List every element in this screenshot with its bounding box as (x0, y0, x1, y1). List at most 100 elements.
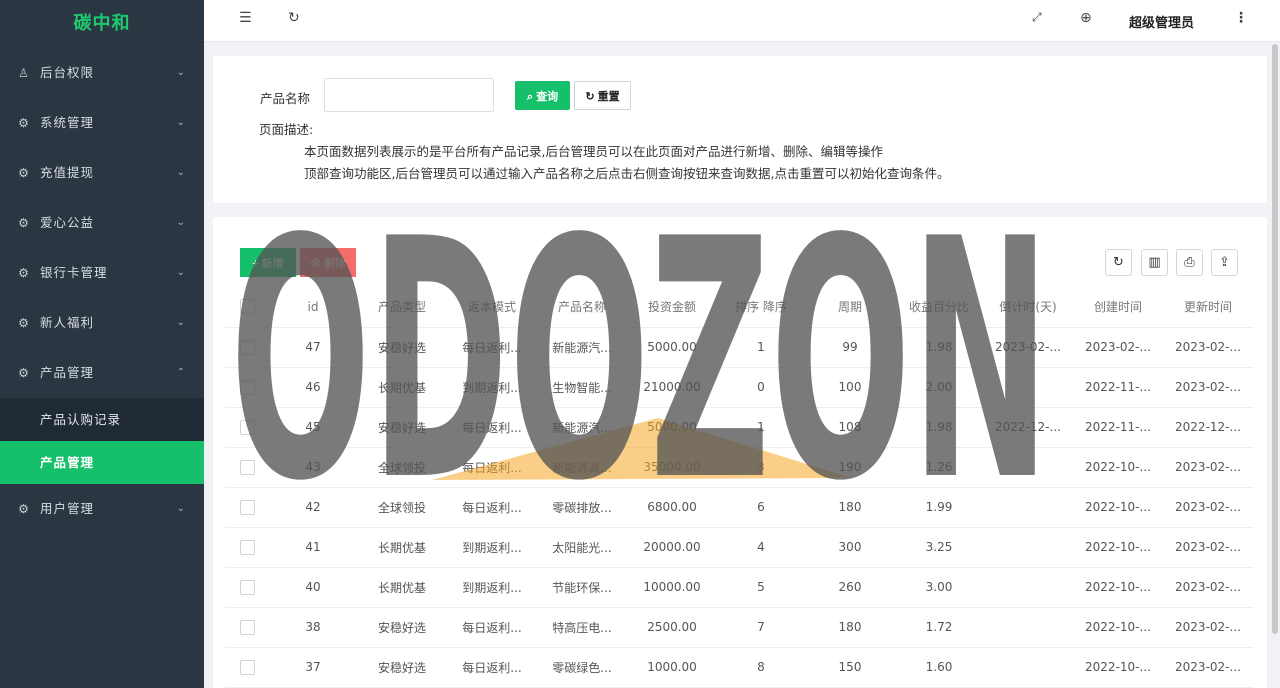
column-header: 更新时间 (1163, 287, 1253, 328)
sidebar-subitem-0[interactable]: 产品认购记录 (0, 398, 204, 441)
table-cell: 1.72 (895, 607, 983, 648)
row-checkbox[interactable] (239, 419, 255, 435)
table-cell: 1 (717, 327, 805, 368)
chevron-up-icon: ⌃ (176, 367, 186, 378)
table-cell: 150 (805, 647, 895, 688)
search-button[interactable]: ⌕ 查询 (515, 81, 570, 110)
table-row[interactable]: 40 长期优基 到期返利... 节能环保... 10000.00 5 260 3.00 2022… (225, 567, 1253, 608)
row-select-cell (225, 327, 269, 368)
table-refresh-button[interactable]: ↻ (1105, 249, 1132, 276)
sidebar-item-2[interactable]: ⚙ 充值提现 ⌄ (0, 148, 204, 198)
table-cell: 2023-02-... (1163, 447, 1253, 488)
table-row[interactable]: 43 全球领投 每日返利... 新能源减... 35000.00 3 190 1.26 2022… (225, 447, 1253, 488)
row-select-cell (225, 567, 269, 608)
table-cell: 太阳能光... (537, 527, 627, 568)
delete-button[interactable]: ⊗ 删除 (300, 248, 356, 277)
table-row[interactable]: 42 全球领投 每日返利... 零碳排放... 6800.00 6 180 1.99 2022-… (225, 487, 1253, 528)
sidebar-item-6[interactable]: ⚙ 产品管理 ⌃ (0, 348, 204, 398)
table-cell: 100 (805, 367, 895, 408)
sidebar-item-label: 新人福利 (40, 315, 95, 330)
row-checkbox[interactable] (239, 379, 255, 395)
table-cell: 5000.00 (627, 327, 717, 368)
sidebar-item-5[interactable]: ⚙ 新人福利 ⌄ (0, 298, 204, 348)
table-cell: 到期返利... (447, 567, 537, 608)
table-cell: 安稳好选 (357, 647, 447, 688)
table-cell: 5 (717, 567, 805, 608)
row-checkbox[interactable] (239, 619, 255, 635)
column-header[interactable]: 排序 降序 (717, 287, 805, 328)
table-cell: 260 (805, 567, 895, 608)
table-cell: 46 (269, 367, 357, 408)
description-line-1: 本页面数据列表展示的是平台所有产品记录,后台管理员可以在此页面对产品进行新增、删… (304, 144, 883, 159)
table-cell: 2022-10-... (1073, 647, 1163, 688)
print-button[interactable]: ⎙ (1176, 249, 1203, 276)
table-cell: 43 (269, 447, 357, 488)
table-cell: 2023-02-... (1163, 607, 1253, 648)
table-header-row: id 产品类型 返本模式 产品名称 投资金额 排序 降序 周期 收益百分比 倒计时(天) 创建时间… (225, 287, 1253, 328)
table-cell: 2.00 (895, 367, 983, 408)
column-header: id (269, 287, 357, 328)
select-all-checkbox[interactable] (239, 299, 255, 315)
table-cell: 每日返利... (447, 327, 537, 368)
row-checkbox[interactable] (239, 459, 255, 475)
row-checkbox[interactable] (239, 579, 255, 595)
sidebar-menu: ♙ 后台权限 ⌄ ⚙ 系统管理 ⌄ ⚙ 充值提现 ⌄ ⚙ 爱心公益 ⌄ ⚙ 银行卡管理 ⌄ ⚙ 新人福利 ⌄ ⚙ 产品… (0, 48, 204, 534)
row-select-cell (225, 607, 269, 648)
row-checkbox[interactable] (239, 659, 255, 675)
table-cell: 全球领投 (357, 487, 447, 528)
table-panel: + 新增 ⊗ 删除 ↻ ▥ ⎙ ⇪ id 产品类型 返本模式 产品名称 投资金额 排序 降… (213, 217, 1267, 688)
column-toggle-button[interactable]: ▥ (1141, 249, 1168, 276)
fullscreen-icon[interactable]: ⤢ (1032, 10, 1042, 25)
table-cell: 2022-12-... (983, 407, 1073, 448)
export-button[interactable]: ⇪ (1211, 249, 1238, 276)
sidebar-item-last[interactable]: ⚙ 用户管理 ⌄ (0, 484, 204, 534)
row-checkbox[interactable] (239, 499, 255, 515)
table-row[interactable]: 38 安稳好选 每日返利... 特高压电... 2500.00 7 180 1.72 2022-… (225, 607, 1253, 648)
table-row[interactable]: 45 安稳好选 每日返利... 新能源汽... 5000.00 1 108 1.98 2022-… (225, 407, 1253, 448)
table-cell: 1000.00 (627, 647, 717, 688)
admin-user-name[interactable]: 超级管理员 (1129, 12, 1194, 31)
add-button[interactable]: + 新增 (240, 248, 296, 277)
row-select-cell (225, 527, 269, 568)
refresh-icon[interactable]: ↻ (288, 10, 300, 26)
table-row[interactable]: 37 安稳好选 每日返利... 零碳绿色... 1000.00 8 150 1.60 2022-… (225, 647, 1253, 688)
page-scrollbar[interactable] (1272, 44, 1278, 634)
language-globe-icon[interactable]: ⊕ (1080, 10, 1092, 26)
sidebar-item-1[interactable]: ⚙ 系统管理 ⌄ (0, 98, 204, 148)
row-checkbox[interactable] (239, 339, 255, 355)
sidebar-subitem-1[interactable]: 产品管理 (0, 441, 204, 484)
description-title: 页面描述: (259, 122, 314, 137)
reset-button[interactable]: ↻ 重置 (574, 81, 631, 110)
column-header: 收益百分比 (895, 287, 983, 328)
table-cell: 到期返利... (447, 527, 537, 568)
sidebar-item-3[interactable]: ⚙ 爱心公益 ⌄ (0, 198, 204, 248)
table-row[interactable]: 46 长期优基 到期返利... 生物智能... 21000.00 0 100 2.00 2022… (225, 367, 1253, 408)
sidebar-item-4[interactable]: ⚙ 银行卡管理 ⌄ (0, 248, 204, 298)
more-options-icon[interactable]: ⋮ (1234, 10, 1248, 26)
table-cell: 38 (269, 607, 357, 648)
table-body: 47 安稳好选 每日返利... 新能源汽... 5000.00 1 99 1.98 2023-0… (225, 327, 1253, 688)
table-cell: 新能源减... (537, 447, 627, 488)
product-name-input[interactable] (324, 78, 494, 112)
table-cell: 3 (717, 447, 805, 488)
sidebar-item-0[interactable]: ♙ 后台权限 ⌄ (0, 48, 204, 98)
table-cell: 安稳好选 (357, 607, 447, 648)
table-cell: 45 (269, 407, 357, 448)
gear-icon: ⚙ (18, 366, 30, 380)
table-cell: 2022-10-... (1073, 447, 1163, 488)
table-row[interactable]: 47 安稳好选 每日返利... 新能源汽... 5000.00 1 99 1.98 2023-0… (225, 327, 1253, 368)
table-cell: 99 (805, 327, 895, 368)
table-row[interactable]: 41 长期优基 到期返利... 太阳能光... 20000.00 4 300 3.25 2022… (225, 527, 1253, 568)
table-cell: 0 (717, 367, 805, 408)
row-checkbox[interactable] (239, 539, 255, 555)
chevron-down-icon: ⌄ (176, 217, 186, 228)
table-cell (983, 487, 1073, 528)
chevron-down-icon: ⌄ (176, 317, 186, 328)
table-cell: 长期优基 (357, 527, 447, 568)
table-cell: 3.00 (895, 567, 983, 608)
table-cell: 5000.00 (627, 407, 717, 448)
table-cell (983, 447, 1073, 488)
sidebar-item-label: 后台权限 (40, 65, 95, 80)
menu-collapse-icon[interactable]: ☰ (239, 10, 252, 26)
sidebar-item-label: 爱心公益 (40, 215, 95, 230)
